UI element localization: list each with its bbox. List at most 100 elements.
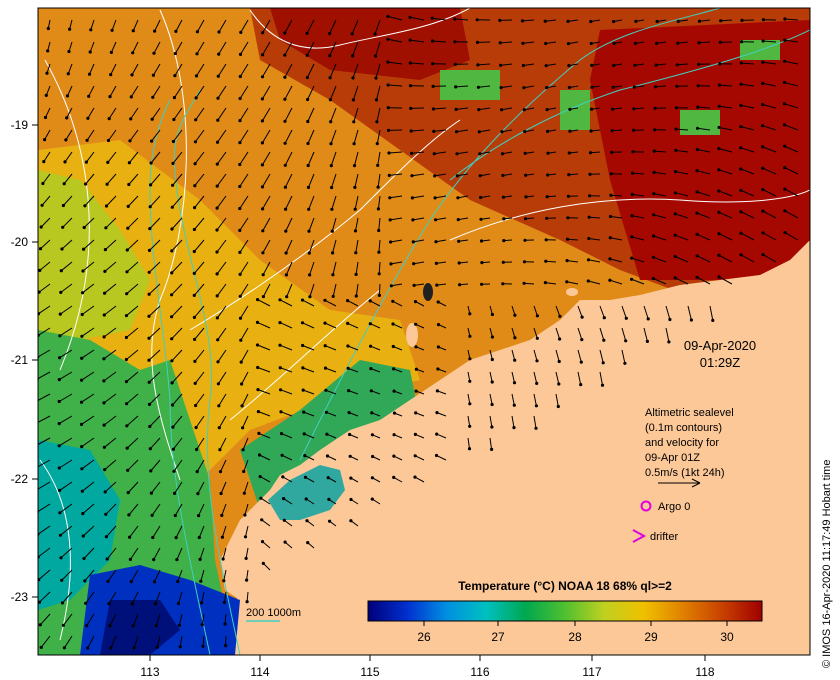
- velocity-arrow-head: [216, 74, 220, 78]
- velocity-arrow-head: [602, 338, 606, 342]
- velocity-arrow-head: [256, 365, 260, 370]
- velocity-arrow-head: [414, 345, 418, 349]
- velocity-arrow-head: [196, 492, 200, 496]
- velocity-arrow-head: [239, 338, 243, 342]
- velocity-arrow-head: [108, 95, 112, 99]
- velocity-arrow-head: [739, 167, 743, 171]
- velocity-arrow-head: [453, 40, 457, 44]
- velocity-arrow-head: [61, 225, 65, 229]
- velocity-arrow-head: [432, 152, 436, 156]
- velocity-arrow-head: [148, 227, 152, 231]
- velocity-arrow-head: [255, 320, 260, 324]
- velocity-arrow-head: [238, 52, 243, 57]
- velocity-arrow-head: [151, 95, 155, 99]
- velocity-arrow-head: [522, 281, 526, 285]
- velocity-arrow-head: [170, 227, 174, 231]
- velocity-arrow-head: [59, 556, 63, 560]
- velocity-arrow-head: [654, 85, 658, 89]
- velocity-arrow-head: [611, 107, 615, 111]
- velocity-arrow-head: [330, 207, 334, 211]
- velocity-arrow-head: [468, 424, 472, 428]
- velocity-arrow-head: [284, 207, 288, 211]
- velocity-arrow-head: [545, 86, 549, 90]
- velocity-arrow-head: [102, 335, 106, 339]
- velocity-arrow-head: [377, 272, 381, 276]
- velocity-arrow-head: [85, 138, 89, 142]
- velocity-arrow-head: [500, 130, 504, 134]
- velocity-arrow-head: [739, 82, 743, 86]
- velocity-arrow-head: [147, 314, 151, 318]
- velocity-arrow-head: [58, 511, 62, 515]
- velocity-arrow-head: [455, 174, 459, 178]
- velocity-arrow-head: [323, 344, 327, 348]
- velocity-arrow-head: [149, 491, 153, 495]
- velocity-arrow-head: [283, 163, 287, 167]
- velocity-arrow-head: [558, 337, 562, 341]
- velocity-arrow-head: [414, 367, 418, 371]
- velocity-arrow-head: [193, 184, 197, 188]
- velocity-arrow-head: [281, 475, 285, 479]
- velocity-arrow-head: [81, 534, 85, 538]
- velocity-arrow-head: [305, 53, 309, 58]
- velocity-arrow-head: [242, 469, 246, 474]
- velocity-arrow-head: [283, 185, 287, 189]
- velocity-arrow-head: [695, 126, 700, 130]
- velocity-arrow-head: [323, 366, 328, 370]
- velocity-arrow-head: [377, 250, 381, 254]
- velocity-arrow-head: [630, 256, 634, 260]
- velocity-arrow-head: [624, 339, 628, 343]
- velocity-arrow-head: [566, 19, 570, 23]
- velocity-arrow-head: [126, 226, 130, 230]
- velocity-arrow-head: [612, 63, 616, 67]
- velocity-arrow-head: [567, 64, 571, 68]
- velocity-arrow-head: [502, 239, 506, 243]
- velocity-arrow-head: [739, 146, 743, 150]
- velocity-arrow-head: [240, 382, 244, 386]
- velocity-arrow-head: [374, 54, 378, 58]
- velocity-arrow-head: [454, 85, 458, 89]
- velocity-arrow-head: [455, 152, 459, 156]
- velocity-arrow-head: [612, 19, 616, 24]
- velocity-arrow-head: [173, 51, 177, 56]
- velocity-arrow-head: [80, 356, 84, 360]
- velocity-arrow-head: [126, 204, 130, 208]
- velocity-arrow-head: [328, 76, 332, 80]
- velocity-arrow-head: [346, 344, 350, 348]
- y-axis: -19 -20 -21 -22 -23: [11, 118, 38, 604]
- velocity-arrow-head: [83, 579, 87, 583]
- velocity-arrow-head: [104, 512, 108, 516]
- velocity-arrow-head: [284, 273, 288, 277]
- timestamp-date: 09-Apr-2020: [684, 338, 756, 353]
- velocity-arrow-head: [566, 216, 570, 220]
- velocity-arrow-head: [579, 383, 583, 387]
- velocity-arrow-head: [261, 251, 265, 255]
- velocity-arrow-head: [668, 317, 672, 322]
- velocity-arrow-head: [60, 601, 65, 605]
- velocity-arrow-head: [151, 73, 155, 77]
- velocity-arrow-head: [695, 275, 699, 279]
- velocity-arrow-head: [127, 182, 131, 187]
- velocity-arrow-head: [408, 84, 413, 88]
- velocity-arrow-head: [369, 367, 373, 371]
- velocity-arrow-head: [283, 31, 287, 35]
- velocity-arrow-head: [349, 497, 353, 502]
- velocity-arrow-head: [107, 602, 111, 606]
- velocity-arrow-head: [521, 63, 526, 68]
- velocity-arrow-head: [387, 128, 391, 132]
- velocity-arrow-head: [124, 314, 129, 318]
- velocity-arrow-head: [241, 448, 245, 452]
- velocity-arrow-head: [195, 470, 199, 474]
- velocity-arrow-head: [410, 174, 414, 178]
- velocity-arrow-head: [195, 52, 199, 56]
- velocity-arrow-head: [217, 404, 221, 408]
- velocity-arrow-head: [431, 107, 435, 111]
- velocity-arrow-head: [388, 196, 392, 200]
- x-tick-label: 117: [582, 665, 601, 679]
- velocity-arrow-head: [612, 41, 616, 46]
- velocity-arrow-head: [624, 316, 628, 320]
- velocity-arrow-head: [414, 389, 418, 393]
- velocity-arrow-head: [697, 19, 702, 23]
- velocity-arrow-head: [105, 557, 109, 561]
- velocity-arrow-head: [501, 173, 505, 178]
- velocity-arrow-head: [634, 19, 638, 23]
